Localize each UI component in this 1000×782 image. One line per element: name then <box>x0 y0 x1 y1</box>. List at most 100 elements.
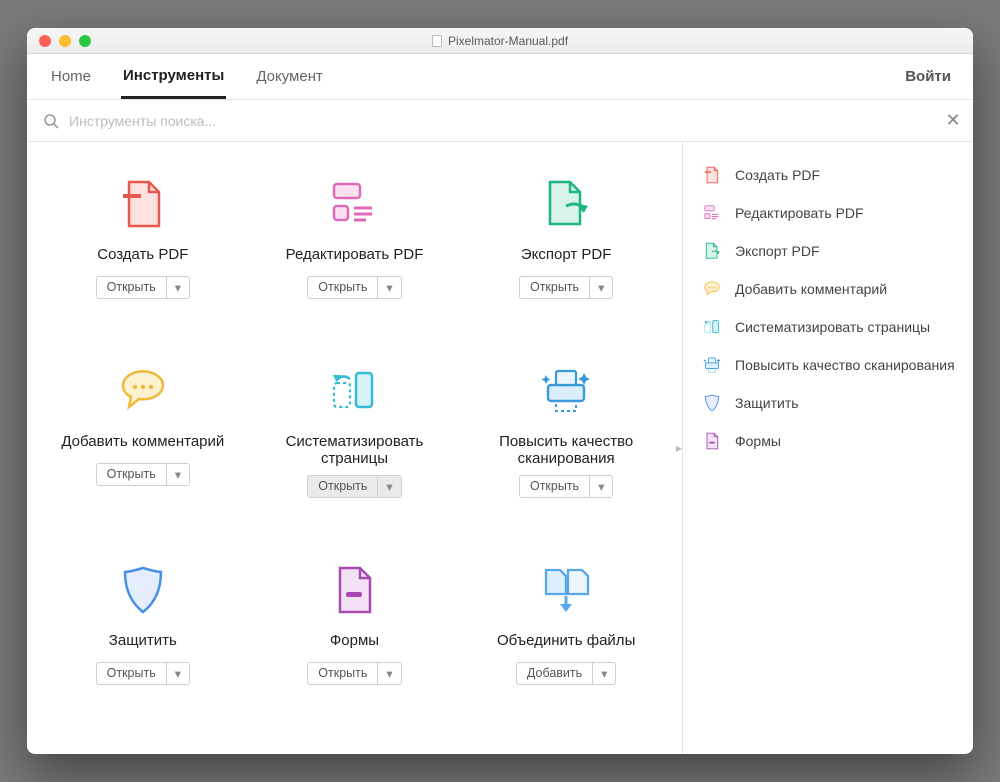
tool-organize[interactable]: Систематизировать страницы Открыть ▾ <box>249 359 461 498</box>
collapse-sidebar-button[interactable]: ▸ <box>676 441 682 455</box>
sidebar-item-label: Добавить комментарий <box>735 281 887 297</box>
tool-combine[interactable]: Объединить файлы Добавить ▾ <box>460 558 672 685</box>
tool-enhance-open-button[interactable]: Открыть ▾ <box>519 475 613 498</box>
split-caret[interactable]: ▾ <box>167 464 189 485</box>
split-caret[interactable]: ▾ <box>593 663 615 684</box>
split-caret[interactable]: ▾ <box>378 663 400 684</box>
sidebar-item-enhance[interactable]: Повысить качество сканирования <box>693 346 963 384</box>
app-window: Pixelmator-Manual.pdf Home Инструменты Д… <box>27 28 973 754</box>
organize-icon <box>701 316 723 338</box>
export-icon <box>534 172 598 236</box>
create-icon <box>111 172 175 236</box>
edit-icon <box>322 172 386 236</box>
split-caret[interactable]: ▾ <box>378 277 400 298</box>
tool-comment[interactable]: Добавить комментарий Открыть ▾ <box>37 359 249 498</box>
comment-icon <box>111 359 175 423</box>
split-main[interactable]: Открыть <box>520 476 590 497</box>
protect-icon <box>111 558 175 622</box>
sidebar-item-export[interactable]: Экспорт PDF <box>693 232 963 270</box>
tools-grid-panel[interactable]: Создать PDF Открыть ▾ Редактировать PDF … <box>27 142 683 754</box>
sidebar-item-organize[interactable]: Систематизировать страницы <box>693 308 963 346</box>
split-main[interactable]: Открыть <box>520 277 590 298</box>
tool-label: Повысить качество сканирования <box>481 433 651 467</box>
forms-icon <box>701 430 723 452</box>
enhance-icon <box>701 354 723 376</box>
document-icon <box>432 35 442 47</box>
split-caret[interactable]: ▾ <box>167 277 189 298</box>
tool-create[interactable]: Создать PDF Открыть ▾ <box>37 172 249 299</box>
combine-icon <box>534 558 598 622</box>
edit-icon <box>701 202 723 224</box>
split-main[interactable]: Добавить <box>517 663 593 684</box>
sidebar-item-label: Формы <box>735 433 781 449</box>
tool-edit[interactable]: Редактировать PDF Открыть ▾ <box>249 172 461 299</box>
split-main[interactable]: Открыть <box>308 277 378 298</box>
search-input[interactable] <box>69 113 929 129</box>
split-caret[interactable]: ▾ <box>590 476 612 497</box>
sidebar-item-label: Создать PDF <box>735 167 820 183</box>
tool-label: Экспорт PDF <box>521 246 612 268</box>
tab-document[interactable]: Документ <box>254 56 325 97</box>
tab-home[interactable]: Home <box>49 56 93 97</box>
minimize-window-button[interactable] <box>59 35 71 47</box>
titlebar: Pixelmator-Manual.pdf <box>27 28 973 54</box>
sidebar-item-edit[interactable]: Редактировать PDF <box>693 194 963 232</box>
zoom-window-button[interactable] <box>79 35 91 47</box>
tool-protect-open-button[interactable]: Открыть ▾ <box>96 662 190 685</box>
search-icon <box>43 113 59 129</box>
split-main[interactable]: Открыть <box>97 277 167 298</box>
sidebar-item-label: Экспорт PDF <box>735 243 820 259</box>
sidebar-item-create[interactable]: Создать PDF <box>693 156 963 194</box>
split-main[interactable]: Открыть <box>97 464 167 485</box>
sidebar-item-protect[interactable]: Защитить <box>693 384 963 422</box>
tool-label: Редактировать PDF <box>286 246 424 268</box>
window-title: Pixelmator-Manual.pdf <box>27 34 973 48</box>
tool-enhance[interactable]: Повысить качество сканирования Открыть ▾ <box>460 359 672 498</box>
tool-protect[interactable]: Защитить Открыть ▾ <box>37 558 249 685</box>
split-caret[interactable]: ▾ <box>590 277 612 298</box>
tool-label: Систематизировать страницы <box>269 433 439 467</box>
window-title-text: Pixelmator-Manual.pdf <box>448 34 568 48</box>
top-tabs: Home Инструменты Документ Войти <box>27 54 973 100</box>
tool-label: Формы <box>330 632 379 654</box>
tool-label: Создать PDF <box>97 246 188 268</box>
split-main[interactable]: Открыть <box>97 663 167 684</box>
sidebar: ▸ Создать PDF Редактировать PDF Экспорт … <box>683 142 973 754</box>
split-caret[interactable]: ▾ <box>378 476 400 497</box>
tool-label: Добавить комментарий <box>61 433 224 455</box>
tool-label: Объединить файлы <box>497 632 635 654</box>
tool-comment-open-button[interactable]: Открыть ▾ <box>96 463 190 486</box>
sidebar-item-label: Защитить <box>735 395 799 411</box>
sidebar-item-comment[interactable]: Добавить комментарий <box>693 270 963 308</box>
tool-export-open-button[interactable]: Открыть ▾ <box>519 276 613 299</box>
sidebar-item-label: Редактировать PDF <box>735 205 864 221</box>
content-area: Создать PDF Открыть ▾ Редактировать PDF … <box>27 142 973 754</box>
traffic-lights <box>39 35 91 47</box>
export-icon <box>701 240 723 262</box>
forms-icon <box>322 558 386 622</box>
clear-search-button[interactable]: ✕ <box>939 110 967 131</box>
split-main[interactable]: Открыть <box>308 476 378 497</box>
split-caret[interactable]: ▾ <box>167 663 189 684</box>
search-bar: ✕ <box>27 100 973 142</box>
sidebar-item-label: Повысить качество сканирования <box>735 357 955 373</box>
close-window-button[interactable] <box>39 35 51 47</box>
create-icon <box>701 164 723 186</box>
tool-combine-open-button[interactable]: Добавить ▾ <box>516 662 617 685</box>
comment-icon <box>701 278 723 300</box>
sidebar-item-label: Систематизировать страницы <box>735 319 930 335</box>
tool-label: Защитить <box>109 632 177 654</box>
tool-export[interactable]: Экспорт PDF Открыть ▾ <box>460 172 672 299</box>
tool-edit-open-button[interactable]: Открыть ▾ <box>307 276 401 299</box>
protect-icon <box>701 392 723 414</box>
tool-create-open-button[interactable]: Открыть ▾ <box>96 276 190 299</box>
login-button[interactable]: Войти <box>905 68 951 85</box>
sidebar-item-forms[interactable]: Формы <box>693 422 963 460</box>
enhance-icon <box>534 359 598 423</box>
split-main[interactable]: Открыть <box>308 663 378 684</box>
tool-forms[interactable]: Формы Открыть ▾ <box>249 558 461 685</box>
tool-forms-open-button[interactable]: Открыть ▾ <box>307 662 401 685</box>
tool-organize-open-button[interactable]: Открыть ▾ <box>307 475 401 498</box>
tab-tools[interactable]: Инструменты <box>121 55 226 99</box>
organize-icon <box>322 359 386 423</box>
